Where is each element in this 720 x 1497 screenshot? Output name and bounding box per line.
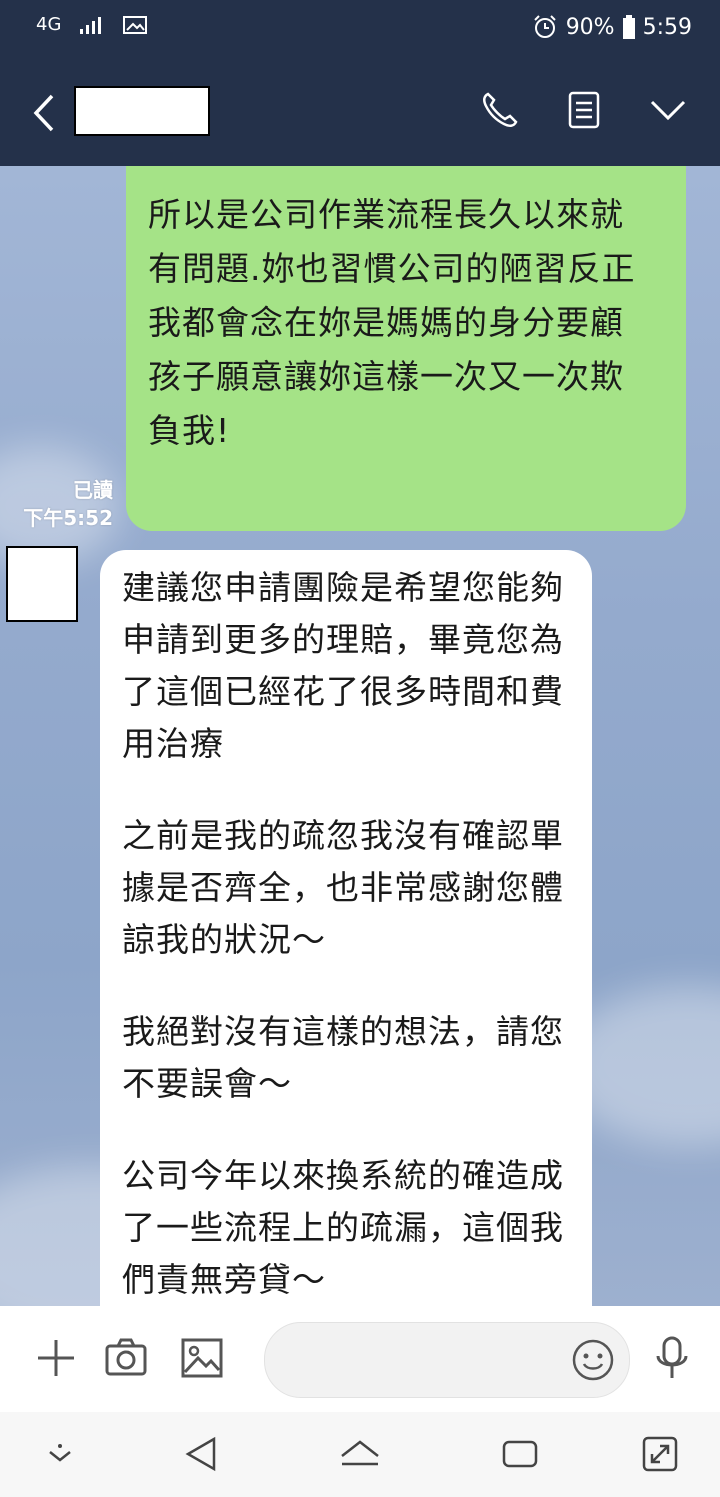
- status-bar: 4G 90% 5:59: [0, 0, 720, 58]
- menu-icon[interactable]: [562, 88, 606, 132]
- received-paragraph: 建議您申請團險是希望您能夠 申請到更多的理賠，畢竟您為 了這個已經花了很多時間和…: [122, 568, 564, 763]
- signal-icon: [80, 16, 102, 34]
- received-paragraph: 公司今年以來換系統的確造成 了一些流程上的疏漏，這個我 們責無旁貸～: [122, 1156, 564, 1299]
- clock: 5:59: [642, 14, 692, 40]
- back-nav-icon[interactable]: [180, 1434, 224, 1474]
- plus-icon[interactable]: [32, 1334, 80, 1382]
- camera-icon[interactable]: [102, 1334, 150, 1382]
- image-icon[interactable]: [178, 1334, 226, 1382]
- message-meta: 已讀 下午5:52: [23, 476, 113, 532]
- expand-icon[interactable]: [638, 1434, 682, 1474]
- battery-icon: [622, 15, 635, 39]
- alarm-icon: [533, 15, 556, 38]
- received-paragraph: 之前是我的疏忽我沒有確認單 據是否齊全，也非常感謝您體 諒我的狀況～: [122, 816, 564, 959]
- chevron-down-icon[interactable]: [646, 88, 690, 132]
- chat-area[interactable]: 所以是公司作業流程長久以來就 有問題.妳也習慣公司的陋習反正 我都會念在妳是媽媽…: [0, 166, 720, 1306]
- message-input[interactable]: [264, 1322, 630, 1398]
- avatar[interactable]: [6, 546, 78, 622]
- down-arrow-icon[interactable]: [38, 1434, 82, 1474]
- network-indicator: 4G: [36, 14, 62, 35]
- contact-name[interactable]: [74, 86, 210, 136]
- battery-level: 90%: [565, 14, 615, 40]
- read-receipt: 已讀: [73, 478, 113, 502]
- message-input-bar: [0, 1306, 720, 1412]
- emoji-icon[interactable]: [571, 1338, 615, 1382]
- received-paragraph: 我絕對沒有這樣的想法，請您 不要誤會～: [122, 1012, 564, 1103]
- sent-message-text: 所以是公司作業流程長久以來就 有問題.妳也習慣公司的陋習反正 我都會念在妳是媽媽…: [148, 195, 636, 450]
- message-time: 下午5:52: [23, 506, 113, 530]
- sent-message-bubble[interactable]: 所以是公司作業流程長久以來就 有問題.妳也習慣公司的陋習反正 我都會念在妳是媽媽…: [126, 166, 686, 531]
- home-icon[interactable]: [338, 1434, 382, 1474]
- image-notification-icon: [123, 15, 148, 34]
- recents-icon[interactable]: [498, 1434, 542, 1474]
- chat-header: [0, 58, 720, 166]
- back-icon[interactable]: [24, 88, 64, 138]
- system-nav-bar: [0, 1412, 720, 1497]
- mic-icon[interactable]: [648, 1334, 696, 1382]
- received-message-bubble[interactable]: 建議您申請團險是希望您能夠 申請到更多的理賠，畢竟您為 了這個已經花了很多時間和…: [100, 550, 592, 1306]
- phone-icon[interactable]: [478, 88, 522, 132]
